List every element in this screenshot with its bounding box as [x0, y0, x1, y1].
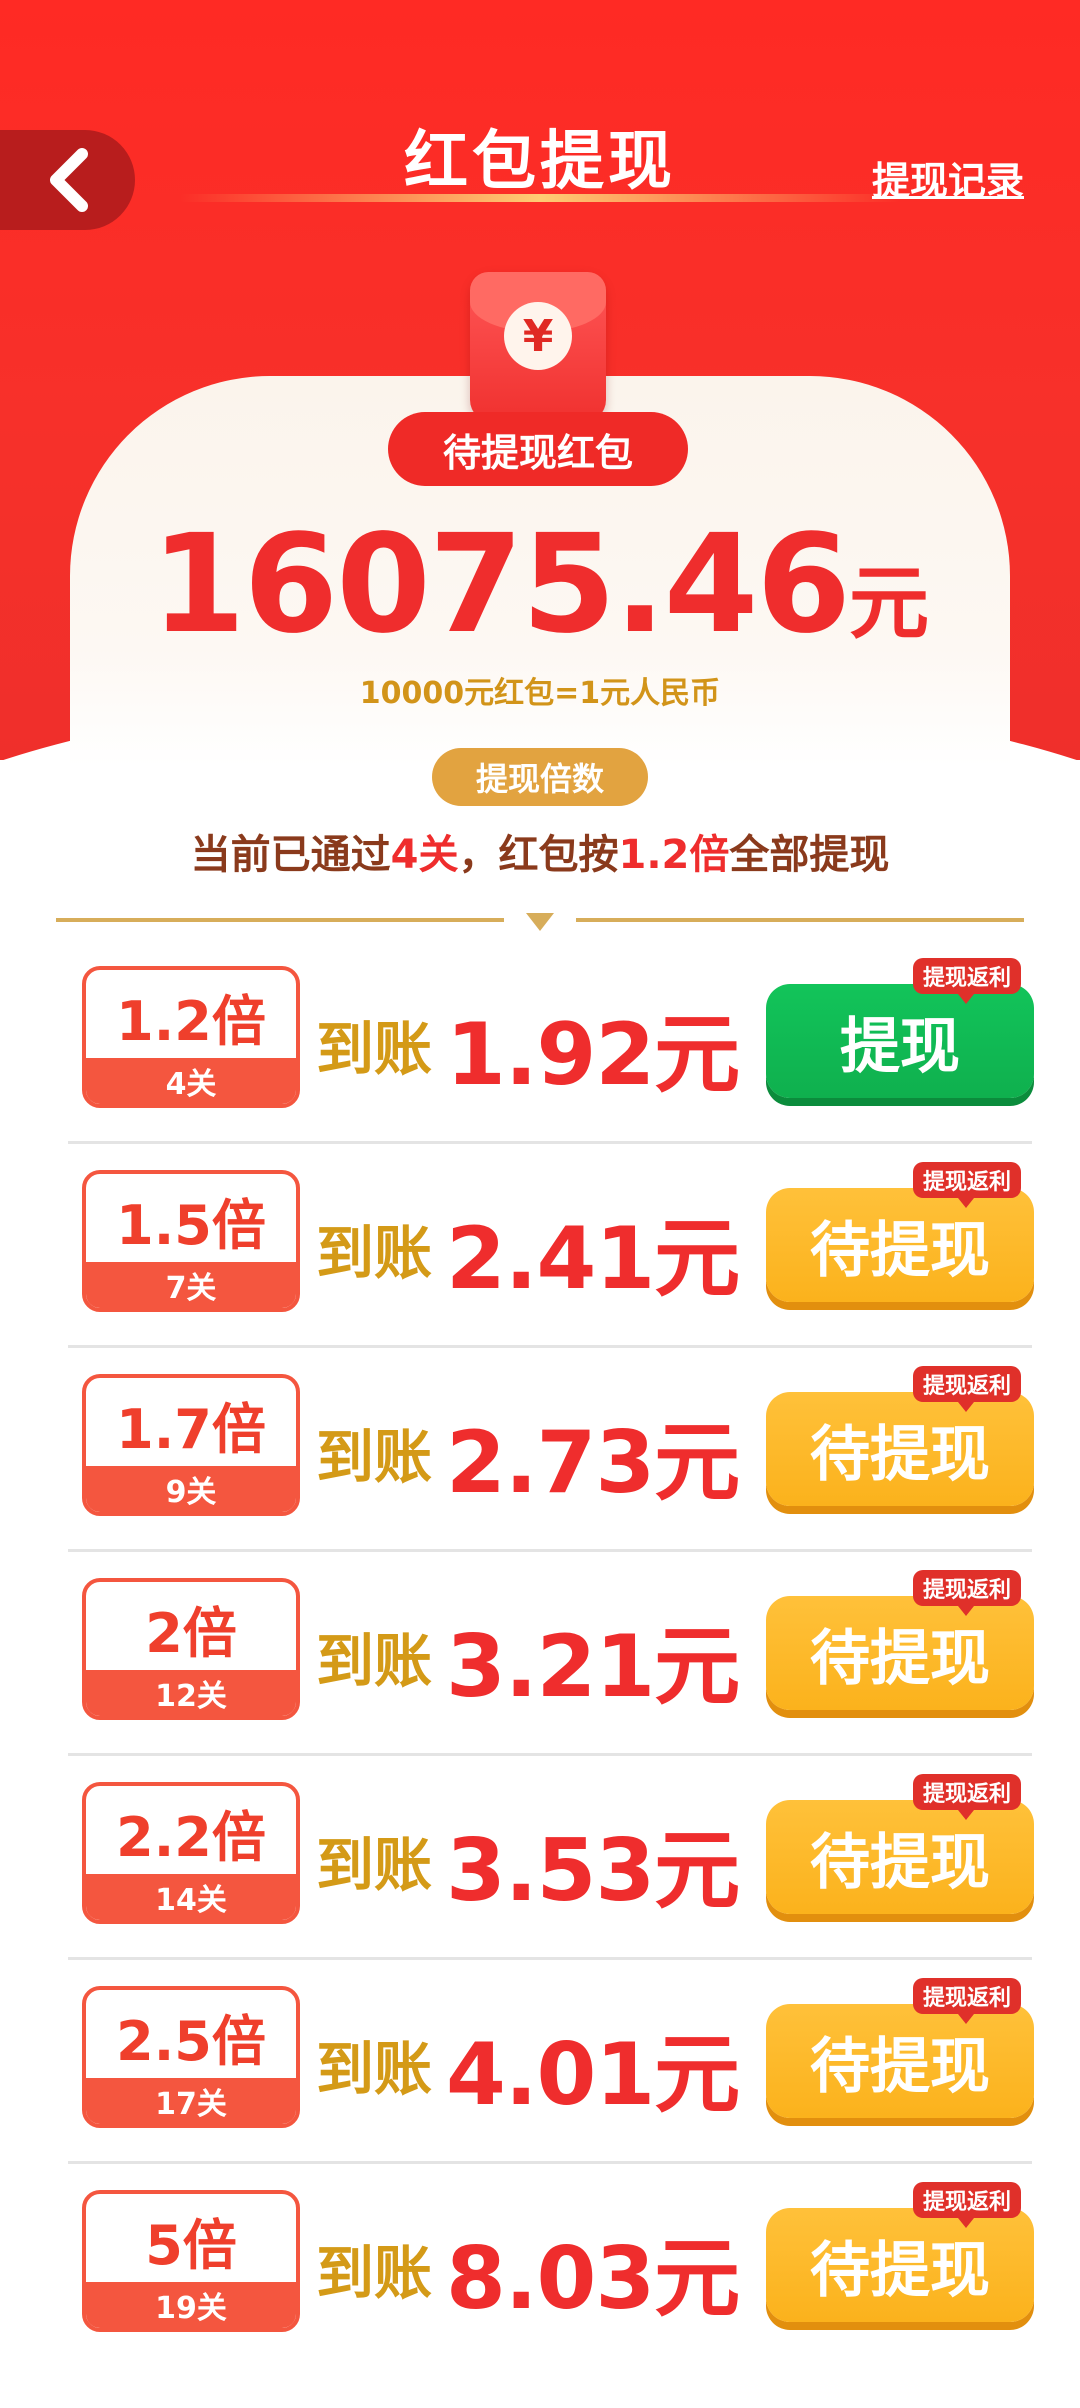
badge-multiplier: 5倍: [145, 2213, 237, 2277]
arrive-amount: 3.53元: [446, 1821, 740, 1921]
tier-row: 2.2倍 14关 到账 3.53元 待提现 提现返利: [68, 1756, 1034, 1960]
pending-withdraw-button[interactable]: 待提现: [766, 1188, 1034, 1302]
pending-withdraw-button[interactable]: 待提现: [766, 2004, 1034, 2118]
tier-row: 2.5倍 17关 到账 4.01元 待提现 提现返利: [68, 1960, 1034, 2164]
divider-right: [576, 918, 1024, 922]
tier-row: 5倍 19关 到账 8.03元 待提现 提现返利: [68, 2164, 1034, 2368]
badge-level: 19关: [86, 2282, 296, 2328]
tier-row: 1.7倍 9关 到账 2.73元 待提现 提现返利: [68, 1348, 1034, 1552]
status-levels: 4关: [390, 832, 459, 878]
badge-multiplier: 2.2倍: [116, 1805, 266, 1869]
badge-multiplier: 1.2倍: [116, 989, 266, 1053]
status-multiplier: 1.2倍: [618, 832, 730, 878]
badge-level: 9关: [86, 1466, 296, 1512]
status-suffix: 全部提现: [729, 832, 890, 878]
badge-multiplier: 2倍: [145, 1601, 237, 1665]
exchange-rate-note: 10000元红包=1元人民币: [359, 676, 721, 711]
withdraw-tier-list: 1.2倍 4关 到账 1.92元 提现 提现返利 1.5倍 7关 到账 2.41…: [0, 940, 1080, 2368]
tier-row: 1.5倍 7关 到账 2.41元 待提现 提现返利: [68, 1144, 1034, 1348]
title-glow: [180, 194, 900, 202]
multiplier-badge: 5倍 19关: [82, 2190, 300, 2332]
badge-level: 17关: [86, 2078, 296, 2124]
rebate-tag: 提现返利: [913, 1570, 1022, 1616]
status-prefix: 当前已通过: [190, 832, 391, 878]
progress-status: 当前已通过4关，红包按1.2倍全部提现: [0, 822, 1080, 880]
arrive-amount: 8.03元: [446, 2229, 740, 2329]
withdraw-button[interactable]: 提现: [766, 984, 1034, 1098]
status-middle: ，红包按: [458, 832, 619, 878]
arrive-label: 到账: [316, 1831, 433, 1899]
divider-arrow-icon: [526, 913, 554, 931]
badge-level: 12关: [86, 1670, 296, 1716]
multiplier-badge: 2倍 12关: [82, 1578, 300, 1720]
tier-row: 1.2倍 4关 到账 1.92元 提现 提现返利: [68, 940, 1034, 1144]
rebate-tag: 提现返利: [913, 1162, 1022, 1208]
arrive-label: 到账: [316, 2239, 433, 2307]
arrive-label: 到账: [316, 1423, 433, 1491]
withdraw-record-link[interactable]: 提现记录: [872, 150, 1024, 205]
multiplier-badge: 1.7倍 9关: [82, 1374, 300, 1516]
arrive-label: 到账: [316, 1015, 433, 1083]
arrive-label: 到账: [316, 1627, 433, 1695]
pending-withdraw-button[interactable]: 待提现: [766, 1800, 1034, 1914]
rebate-tag: 提现返利: [913, 1978, 1022, 2024]
rebate-tag: 提现返利: [913, 1774, 1022, 1820]
divider-left: [56, 918, 504, 922]
rebate-tag: 提现返利: [913, 1366, 1022, 1412]
pending-withdraw-button[interactable]: 待提现: [766, 1596, 1034, 1710]
multiplier-badge: 1.5倍 7关: [82, 1170, 300, 1312]
badge-multiplier: 1.5倍: [116, 1193, 266, 1257]
arrive-amount: 2.73元: [446, 1413, 740, 1513]
rebate-tag: 提现返利: [913, 958, 1022, 1004]
multiplier-section-label: 提现倍数: [432, 748, 648, 806]
balance-number: 16075.46: [150, 506, 851, 664]
arrive-amount: 2.41元: [446, 1209, 740, 1309]
multiplier-badge: 1.2倍 4关: [82, 966, 300, 1108]
tier-row: 2倍 12关 到账 3.21元 待提现 提现返利: [68, 1552, 1034, 1756]
badge-level: 14关: [86, 1874, 296, 1920]
badge-level: 4关: [86, 1058, 296, 1104]
arrive-label: 到账: [316, 2035, 433, 2103]
pending-withdraw-button[interactable]: 待提现: [766, 1392, 1034, 1506]
yuan-coin-icon: ¥: [504, 302, 572, 370]
red-envelope-icon: ¥: [470, 272, 606, 422]
pending-balance-label: 待提现红包: [388, 412, 688, 486]
arrive-label: 到账: [316, 1219, 433, 1287]
multiplier-badge: 2.2倍 14关: [82, 1782, 300, 1924]
arrive-amount: 1.92元: [446, 1005, 740, 1105]
rebate-tag: 提现返利: [913, 2182, 1022, 2228]
multiplier-badge: 2.5倍 17关: [82, 1986, 300, 2128]
balance-amount: 16075.46元: [0, 506, 1080, 664]
arrive-amount: 4.01元: [446, 2025, 740, 2125]
balance-unit: 元: [849, 557, 930, 650]
arrive-amount: 3.21元: [446, 1617, 740, 1717]
badge-multiplier: 1.7倍: [116, 1397, 266, 1461]
pending-withdraw-button[interactable]: 待提现: [766, 2208, 1034, 2322]
badge-multiplier: 2.5倍: [116, 2009, 266, 2073]
badge-level: 7关: [86, 1262, 296, 1308]
